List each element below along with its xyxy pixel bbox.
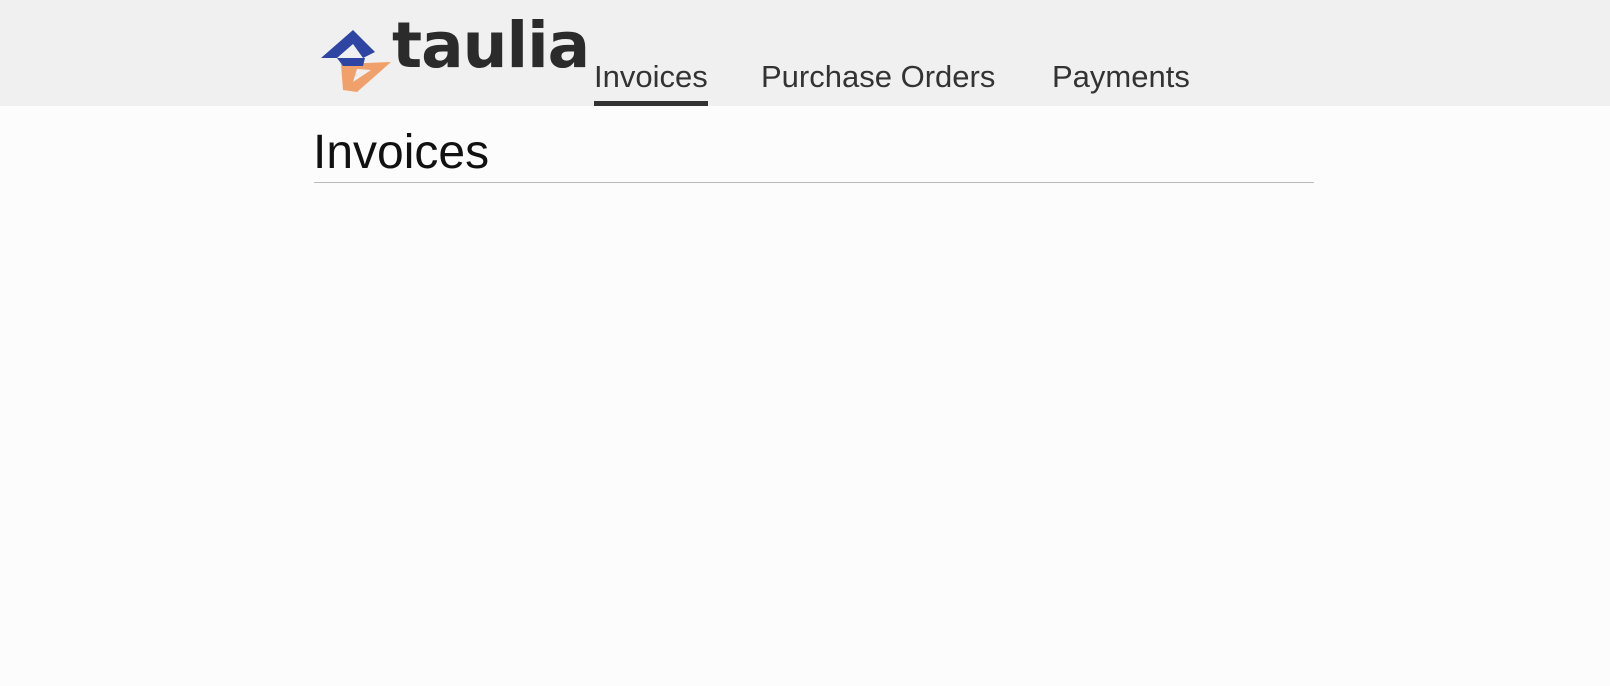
tab-purchase-orders[interactable]: Purchase Orders bbox=[761, 58, 995, 101]
logo-wordmark: taulia bbox=[392, 9, 590, 82]
top-navigation-bar: taulia Invoices Purchase Orders Payments bbox=[0, 0, 1610, 107]
logo-blue-loop bbox=[321, 30, 375, 58]
tab-invoices[interactable]: Invoices bbox=[594, 58, 708, 107]
tab-payments[interactable]: Payments bbox=[1052, 58, 1190, 101]
logo-orange-loop bbox=[341, 62, 391, 92]
page-title: Invoices bbox=[313, 126, 490, 179]
title-divider bbox=[314, 182, 1314, 183]
